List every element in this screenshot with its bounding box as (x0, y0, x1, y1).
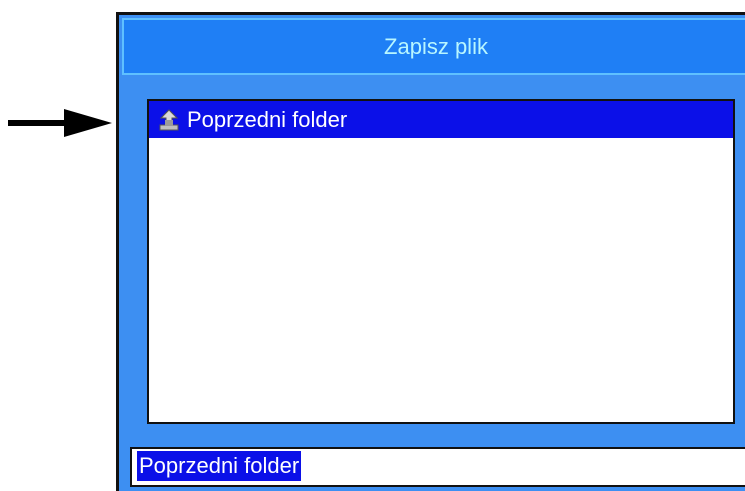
list-item-parent-folder[interactable]: Poprzedni folder (149, 101, 733, 138)
folder-up-icon (157, 108, 181, 132)
save-file-dialog: Zapisz plik Poprzedni folder Poprzedni f… (116, 12, 745, 491)
pointer-arrow-icon (8, 109, 112, 137)
filename-input[interactable]: Poprzedni folder (130, 447, 745, 487)
file-list[interactable]: Poprzedni folder (147, 99, 735, 424)
filename-input-value: Poprzedni folder (137, 451, 302, 481)
dialog-title: Zapisz plik (384, 33, 488, 59)
list-item-label: Poprzedni folder (187, 106, 348, 132)
dialog-title-bar: Zapisz plik (122, 18, 745, 75)
